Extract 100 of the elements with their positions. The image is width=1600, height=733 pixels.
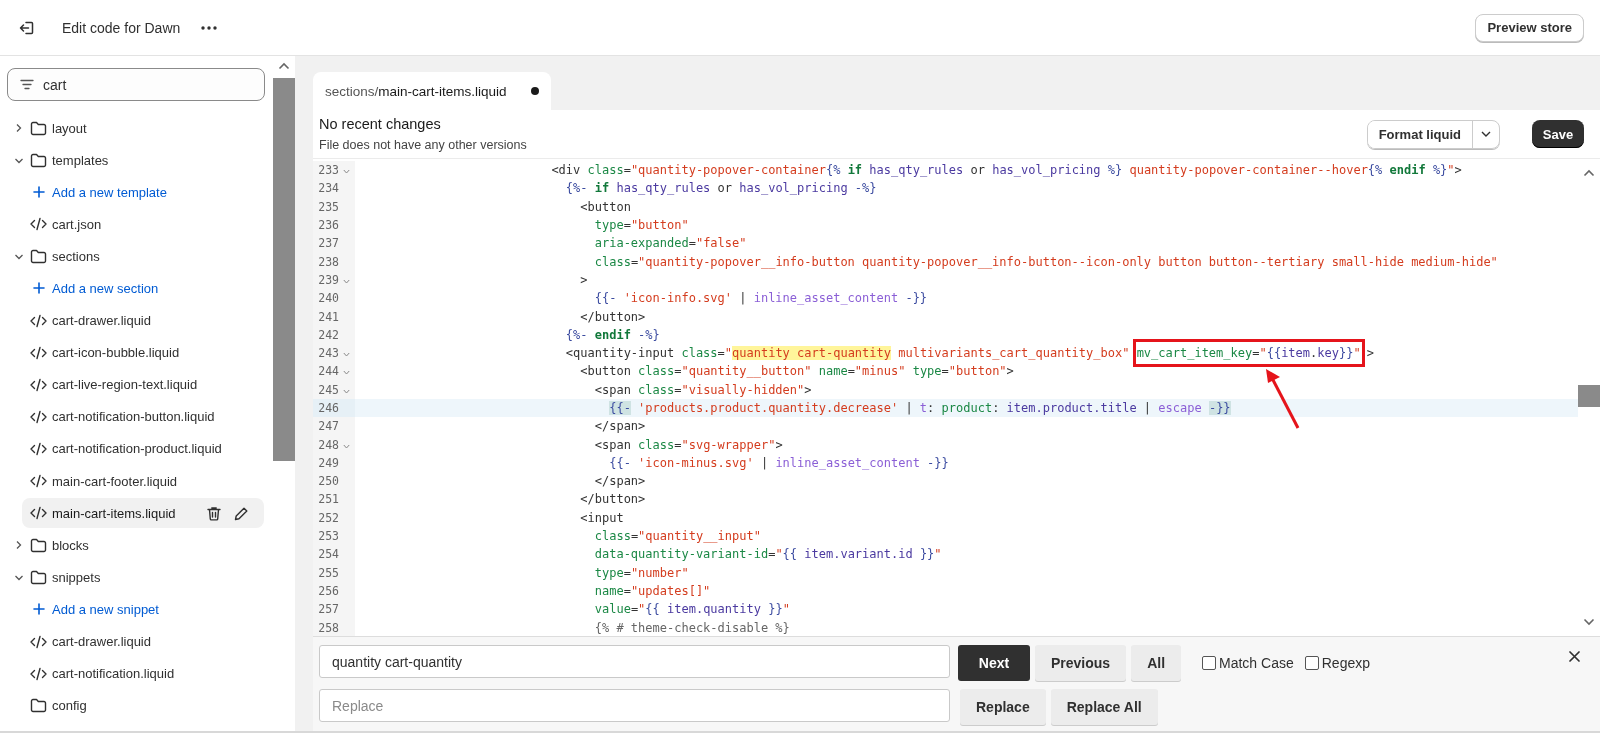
file-label[interactable]: cart-drawer.liquid <box>52 634 151 649</box>
code-line: {% # theme-check-disable %} <box>593 620 790 635</box>
code-line: <span class="svg-wrapper"> <box>593 437 783 452</box>
folder-label[interactable]: config <box>52 698 87 714</box>
find-button[interactable]: All <box>1131 645 1182 681</box>
scrollbar-thumb[interactable] <box>1578 385 1600 407</box>
line-number: 237 <box>317 236 339 251</box>
code-line: <div class="quantity-popover-container{% if has_qty_rules or has_vol_pricing %} quantity-popover-container--hover{% endif %}"> <box>550 163 1462 178</box>
pencil-icon[interactable] <box>234 505 249 521</box>
callout-arrow <box>1265 369 1299 429</box>
line-number: 241 <box>317 309 339 324</box>
code-icon <box>30 345 47 360</box>
file-label[interactable]: cart-icon-bubble.liquid <box>52 345 180 361</box>
tab-label[interactable]: sections/main-cart-items.liquid <box>325 83 507 99</box>
code-icon <box>30 666 47 681</box>
line-number: 252 <box>317 510 339 525</box>
code-line: {{- 'icon-minus.svg' | inline_asset_content -}} <box>608 455 949 470</box>
status-subtitle: File does not have any other versions <box>319 138 527 152</box>
checkbox[interactable] <box>1202 656 1217 670</box>
code-line: type="button" <box>593 218 689 233</box>
filter-field[interactable]: cart <box>7 68 265 101</box>
filter-input[interactable]: cart <box>43 76 252 93</box>
add-file-link[interactable]: Add a new template <box>52 184 167 200</box>
code-line: <input <box>579 510 624 525</box>
folder-icon <box>30 120 47 136</box>
code-line: value="{{ item.quantity }}" <box>593 602 790 617</box>
replace-button[interactable]: Replace All <box>1050 689 1158 725</box>
line-number: 253 <box>317 529 339 544</box>
line-number: 254 <box>317 547 339 562</box>
filter-icon <box>20 79 34 90</box>
code-icon <box>30 313 47 328</box>
code-line: data-quantity-variant-id="{{ item.variant.id }}" <box>593 547 942 562</box>
folder-icon <box>30 248 47 264</box>
code-icon <box>30 409 47 424</box>
line-number: 240 <box>317 291 339 306</box>
line-number: 249 <box>317 455 339 470</box>
more-icon[interactable] <box>200 24 219 31</box>
scroll-up-icon[interactable] <box>1583 169 1595 177</box>
file-label[interactable]: cart-drawer.liquid <box>52 313 151 329</box>
folder-label[interactable]: templates <box>52 152 109 168</box>
file-tab[interactable]: sections/main-cart-items.liquid <box>313 72 551 110</box>
find-field[interactable]: quantity cart-quantity <box>319 645 950 678</box>
checkbox[interactable] <box>1304 656 1319 670</box>
code-line: {{- 'icon-info.svg' | inline_asset_content -}} <box>593 291 928 306</box>
scroll-up-icon[interactable] <box>278 62 290 70</box>
replace-button[interactable]: Replace <box>960 689 1046 725</box>
code-line: </button> <box>579 309 646 324</box>
file-label[interactable]: main-cart-items.liquid <box>52 505 176 521</box>
next-button[interactable]: Next <box>958 645 1030 681</box>
selected-file-row[interactable]: main-cart-items.liquid <box>22 498 264 529</box>
code-line: <span class="visually-hidden"> <box>593 382 812 397</box>
code-line: </span> <box>593 419 646 434</box>
save-button[interactable]: Save <box>1532 120 1584 148</box>
code-line: aria-expanded="false" <box>593 236 747 251</box>
add-file-link[interactable]: Add a new snippet <box>52 601 159 617</box>
line-number: 258 <box>317 620 339 635</box>
code-line: </span> <box>593 474 646 489</box>
line-number: 248 <box>317 437 339 452</box>
plus-icon <box>32 603 45 616</box>
format-liquid-button[interactable]: Format liquid <box>1366 119 1500 149</box>
line-number: 251 <box>317 492 339 507</box>
chevron-right-icon[interactable] <box>14 540 23 551</box>
code-line: {%- endif -%} <box>564 327 660 342</box>
preview-store-button[interactable]: Preview store <box>1475 13 1584 42</box>
replace-field[interactable]: Replace <box>319 689 950 722</box>
file-label[interactable]: cart-notification.liquid <box>52 666 175 682</box>
line-number: 243 <box>317 346 339 361</box>
folder-label[interactable]: layout <box>52 120 87 136</box>
code-line: {%- if has_qty_rules or has_vol_pricing -%} <box>564 181 877 196</box>
line-number: 235 <box>317 199 339 214</box>
code-line: type="number" <box>593 565 689 580</box>
code-line: name="updates[]" <box>593 583 711 598</box>
page-title: Edit code for Dawn <box>62 19 181 36</box>
scrollbar-thumb[interactable] <box>273 78 295 461</box>
code-line: {{- 'products.product.quantity.decrease' | t: product: item.product.title | escape -}} <box>608 401 1231 415</box>
file-label[interactable]: cart-live-region-text.liquid <box>52 377 198 393</box>
trash-icon[interactable] <box>207 505 221 521</box>
find-button[interactable]: Previous <box>1035 645 1127 681</box>
file-label[interactable]: main-cart-footer.liquid <box>52 473 177 489</box>
code-icon <box>30 441 47 456</box>
option-label[interactable]: Regexp <box>1321 655 1370 671</box>
close-button[interactable] <box>1569 651 1580 662</box>
add-file-link[interactable]: Add a new section <box>52 280 159 296</box>
option-label[interactable]: Match Case <box>1219 655 1294 671</box>
scroll-down-icon[interactable] <box>1583 618 1595 626</box>
line-number: 238 <box>317 254 339 269</box>
file-label[interactable]: cart.json <box>52 216 102 232</box>
file-label[interactable]: cart-notification-product.liquid <box>52 441 222 457</box>
code-icon <box>30 377 47 392</box>
folder-label[interactable]: sections <box>52 248 100 264</box>
folder-label[interactable]: blocks <box>52 537 89 553</box>
code-line: class="quantity-popover__info-button quantity-popover__info-button--icon-only button button--tertiary small-hide medium-hide" <box>593 254 1498 269</box>
chevron-right-icon[interactable] <box>14 123 23 133</box>
line-number: 233 <box>317 163 339 178</box>
code-icon <box>30 217 47 232</box>
file-label[interactable]: cart-notification-button.liquid <box>52 409 215 425</box>
line-number: 246 <box>317 401 339 415</box>
folder-label[interactable]: snippets <box>52 569 101 585</box>
code-line: <quantity-input class="quantity cart-quantity multivariants_cart_quantity_box" mv_cart_item_key="{{item.key}}" > <box>564 346 1374 361</box>
code-icon <box>30 506 47 521</box>
